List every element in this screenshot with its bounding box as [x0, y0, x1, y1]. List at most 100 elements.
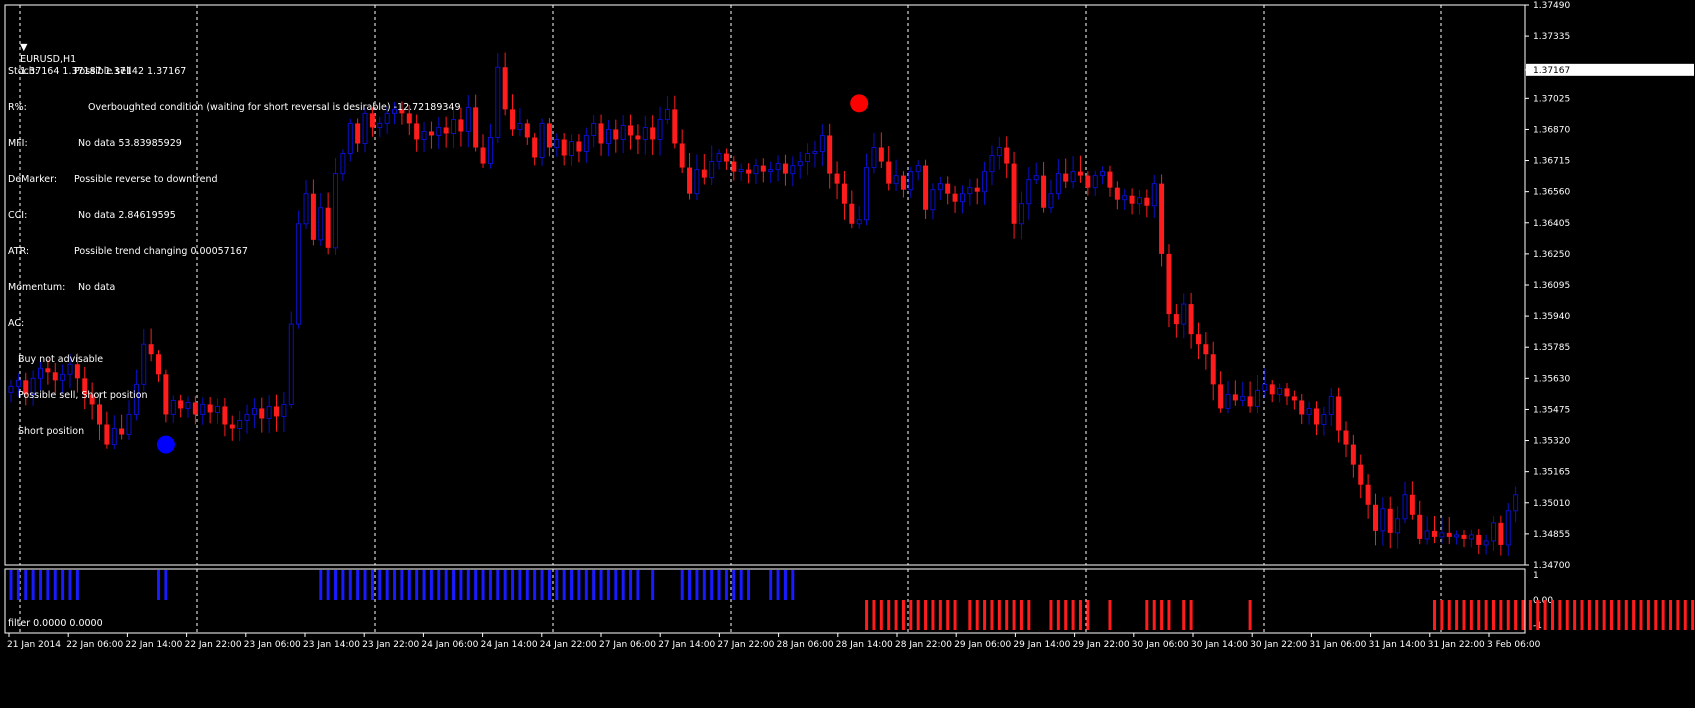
candle-body-bear	[886, 162, 891, 184]
filter-bar-positive	[703, 570, 706, 600]
signal-value: No data 2.84619595	[78, 210, 176, 222]
filter-bar-positive	[400, 570, 403, 600]
candle-body-bear	[230, 424, 235, 428]
filter-bar-positive	[437, 570, 440, 600]
candle-body-bull	[1403, 495, 1407, 519]
candle-body-bear	[259, 408, 264, 418]
candle-body-bear	[473, 107, 478, 147]
candle-body-bear	[1447, 533, 1452, 537]
candle-body-bear	[842, 184, 847, 204]
candle-body-bear	[849, 204, 854, 224]
candle-body-bear	[1358, 465, 1363, 485]
candle-body-bull	[791, 166, 795, 174]
filter-bar-positive	[423, 570, 426, 600]
filter-bar-negative	[1551, 600, 1554, 630]
candle-body-bear	[599, 123, 604, 143]
candle-body-bear	[1373, 505, 1378, 531]
candle-body-bull	[570, 141, 574, 155]
filter-bar-positive	[585, 570, 588, 600]
candle-body-bull	[1329, 396, 1333, 414]
subwindow-frame	[5, 569, 1525, 633]
candle-body-bear	[835, 174, 840, 184]
filter-bar-negative	[1020, 600, 1023, 630]
price-tick-label: 1.35010	[1533, 499, 1570, 509]
time-tick-label: 22 Jan 22:00	[185, 640, 242, 650]
candle-body-bear	[1166, 254, 1171, 314]
candle-body-bear	[355, 123, 360, 143]
filter-bar-positive	[614, 570, 617, 600]
filter-bar-positive	[526, 570, 529, 600]
candle-body-bull	[245, 414, 249, 420]
candle-body-bear	[672, 109, 677, 143]
filter-bar-negative	[1153, 600, 1156, 630]
price-tick-label: 1.37335	[1533, 32, 1570, 42]
filter-bar-positive	[636, 570, 639, 600]
filter-bar-negative	[1013, 600, 1016, 630]
filter-bar-negative	[939, 600, 942, 630]
filter-bar-negative	[1603, 600, 1606, 630]
filter-bar-negative	[946, 600, 949, 630]
candle-body-bear	[1498, 523, 1503, 545]
candle-body-bear	[1314, 408, 1319, 424]
filter-bar-positive	[459, 570, 462, 600]
advice-line: Buy not advisable	[8, 354, 186, 366]
candle-body-bull	[555, 139, 559, 147]
signal-row-stoch: Stoch:Possible sell	[8, 66, 186, 78]
candle-body-bull	[540, 123, 544, 157]
candle-body-bull	[437, 127, 441, 135]
filter-bar-negative	[1455, 600, 1458, 630]
candle-body-bull	[769, 170, 773, 172]
candle-body-bull	[252, 408, 256, 414]
candle-body-bull	[665, 109, 669, 119]
candle-body-bear	[1351, 445, 1356, 465]
filter-bar-negative	[880, 600, 883, 630]
filter-bar-positive	[622, 570, 625, 600]
candle-body-bear	[1085, 176, 1090, 188]
filter-bar-negative	[895, 600, 898, 630]
candle-body-bull	[1484, 541, 1488, 545]
candle-body-bull	[385, 113, 389, 123]
filter-tick-label: 0.00	[1533, 596, 1553, 606]
filter-bar-positive	[32, 570, 35, 600]
triangle-down-icon[interactable]: ▼	[20, 42, 27, 53]
time-tick-label: 3 Feb 06:00	[1487, 640, 1541, 650]
candle-body-bull	[267, 406, 271, 418]
price-tick-label: 1.36405	[1533, 219, 1570, 229]
candle-body-bear	[680, 143, 685, 167]
filter-bar-positive	[710, 570, 713, 600]
filter-bar-positive	[61, 570, 64, 600]
candle-body-bear	[429, 131, 434, 135]
candle-body-bear	[1130, 196, 1135, 204]
filter-bar-negative	[1573, 600, 1576, 630]
filter-bar-positive	[688, 570, 691, 600]
candle-body-bear	[761, 166, 766, 172]
filter-bar-negative	[1249, 600, 1252, 630]
price-tick-label: 1.35940	[1533, 312, 1570, 322]
candle-body-bull	[865, 168, 869, 220]
filter-bar-positive	[592, 570, 595, 600]
time-tick-label: 31 Jan 06:00	[1309, 640, 1366, 650]
candle-body-bull	[496, 67, 500, 137]
candle-body-bull	[754, 166, 758, 174]
candle-body-bear	[1366, 485, 1371, 505]
candle-body-bear	[1343, 431, 1348, 445]
filter-bar-negative	[1182, 600, 1185, 630]
filter-bar-positive	[334, 570, 337, 600]
candle-body-bull	[739, 170, 743, 172]
filter-bar-positive	[718, 570, 721, 600]
candle-body-bull	[584, 135, 588, 151]
filter-bar-negative	[1190, 600, 1193, 630]
filter-bar-negative	[1072, 600, 1075, 630]
filter-bar-positive	[681, 570, 684, 600]
candle-body-bull	[1241, 396, 1245, 400]
filter-bar-positive	[393, 570, 396, 600]
time-tick-label: 23 Jan 14:00	[303, 640, 360, 650]
filter-bar-negative	[1108, 600, 1111, 630]
candle-body-bull	[1049, 194, 1053, 208]
filter-bar-negative	[1492, 600, 1495, 630]
filter-bar-negative	[998, 600, 1001, 630]
candle-body-bear	[525, 123, 530, 137]
candle-body-bull	[909, 172, 913, 190]
candle-body-bull	[216, 406, 220, 412]
filter-bar-positive	[164, 570, 167, 600]
